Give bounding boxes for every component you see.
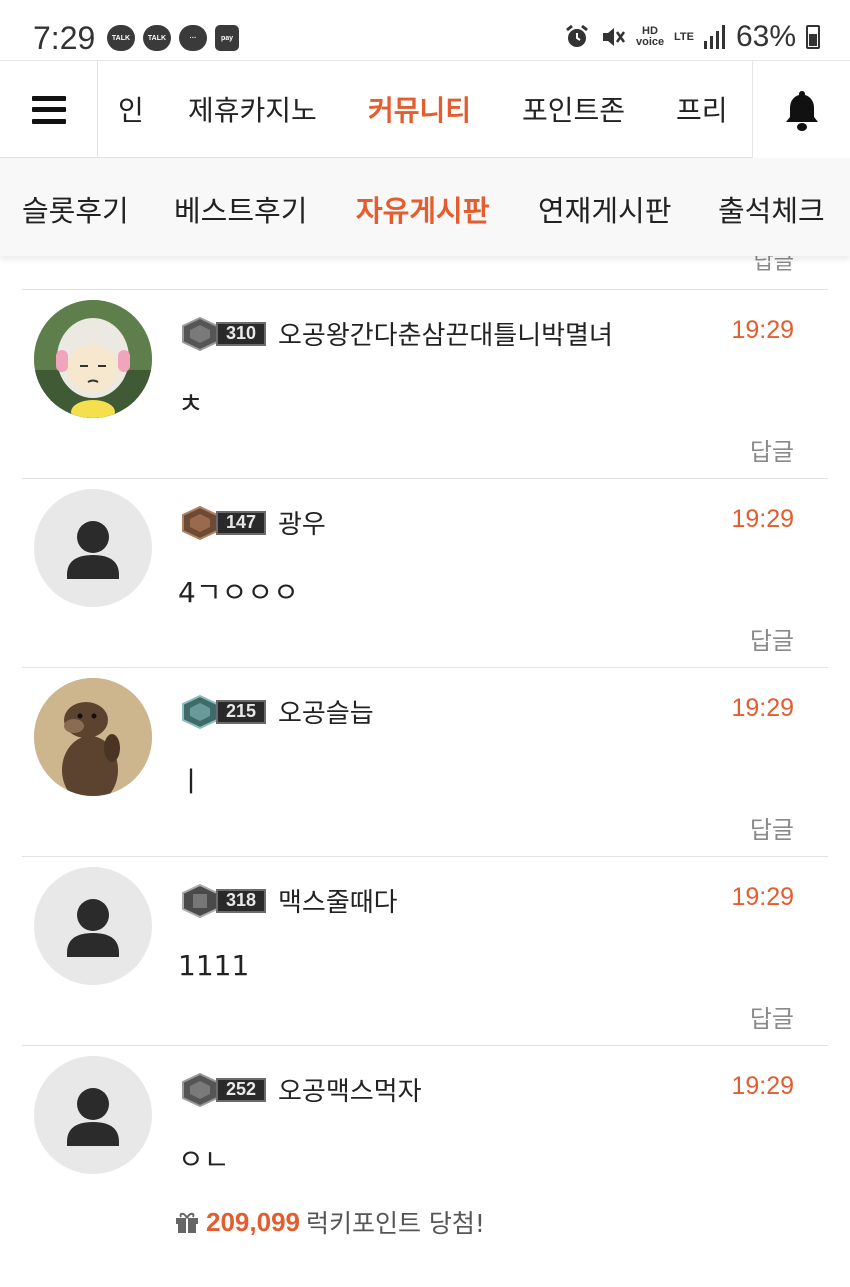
lucky-point-amount: 209,099 xyxy=(206,1206,300,1237)
notification-button[interactable] xyxy=(752,61,850,158)
comment-time: 19:29 xyxy=(731,1072,794,1100)
reply-button[interactable]: 답글 xyxy=(750,621,794,656)
comment-item: 318 맥스줄때다 19:29 1111 답글 xyxy=(22,856,828,1045)
comment-item: 215 오공슬늡 19:29 ㅣ 답글 xyxy=(22,667,828,856)
hamburger-icon xyxy=(31,95,66,124)
otter-avatar-icon xyxy=(34,678,152,796)
comment-meta: 318 맥스줄때다 xyxy=(180,882,398,919)
nav-item-casino[interactable]: 제휴카지노 xyxy=(188,89,317,129)
message-icon: ··· xyxy=(179,25,207,51)
tab-slot-review[interactable]: 슬롯후기 xyxy=(22,188,129,230)
comment-text: ㅣ xyxy=(178,765,204,798)
nickname[interactable]: 오공슬늡 xyxy=(278,693,374,730)
notification-icons: TALK TALK ··· pay xyxy=(107,25,239,51)
comment-meta: 252 오공맥스먹자 xyxy=(180,1071,422,1108)
level-number: 147 xyxy=(216,510,266,535)
level-badge: 318 xyxy=(180,883,268,918)
user-icon xyxy=(67,1088,119,1146)
level-number: 318 xyxy=(216,888,266,913)
lte-icon: LTE xyxy=(673,30,694,43)
comment-meta: 147 광우 xyxy=(180,504,326,541)
avatar[interactable] xyxy=(34,300,152,418)
pay-icon: pay xyxy=(215,25,239,51)
comment-time: 19:29 xyxy=(731,316,794,344)
reply-button[interactable]: 답글 xyxy=(750,432,794,467)
status-right: HD voice LTE 63% xyxy=(564,20,820,54)
tab-serial-board[interactable]: 연재게시판 xyxy=(538,188,671,230)
avatar[interactable] xyxy=(34,1056,152,1174)
sub-nav: 슬롯후기 베스트후기 자유게시판 연재게시판 출석체크 xyxy=(0,158,850,256)
level-badge: 215 xyxy=(180,694,268,729)
tab-best-review[interactable]: 베스트후기 xyxy=(174,188,307,230)
nav-item-free[interactable]: 프리 xyxy=(676,89,728,129)
alarm-icon xyxy=(566,24,588,47)
level-emblem-icon xyxy=(182,316,218,351)
nav-item-partial[interactable]: 인 xyxy=(118,89,144,129)
reply-button[interactable]: 답글 xyxy=(750,999,794,1034)
comment-time: 19:29 xyxy=(731,883,794,911)
gift-icon xyxy=(176,1212,198,1233)
nickname[interactable]: 오공왕간다춘삼끈대틀니박멸녀 xyxy=(278,315,613,352)
lucky-point-notice: 209,099 럭키포인트 당첨! xyxy=(174,1204,485,1240)
hd-voice-icon: HD voice xyxy=(635,25,665,48)
level-badge: 310 xyxy=(180,316,268,351)
tab-free-board[interactable]: 자유게시판 xyxy=(356,188,489,230)
comment-text: 1111 xyxy=(178,949,250,982)
kakaotalk-icon: TALK xyxy=(107,25,135,51)
menu-button[interactable] xyxy=(0,61,98,158)
nickname[interactable]: 맥스줄때다 xyxy=(278,882,398,919)
battery-percent: 63% xyxy=(735,20,796,53)
level-badge: 252 xyxy=(180,1072,268,1107)
level-emblem-icon xyxy=(182,505,218,540)
kakaotalk-icon: TALK xyxy=(143,25,171,51)
level-number: 252 xyxy=(216,1077,266,1102)
comment-item: 310 오공왕간다춘삼끈대틀니박멸녀 19:29 ㅊ 답글 xyxy=(22,289,828,478)
level-emblem-icon xyxy=(182,883,218,918)
top-nav: 인 제휴카지노 커뮤니티 포인트존 프리 xyxy=(0,60,850,158)
battery-icon xyxy=(806,25,820,49)
tab-attendance[interactable]: 출석체크 xyxy=(718,188,825,230)
lucky-point-text: 럭키포인트 당첨! xyxy=(305,1209,485,1238)
nickname[interactable]: 오공맥스먹자 xyxy=(278,1071,422,1108)
user-icon xyxy=(67,521,119,579)
level-number: 215 xyxy=(216,699,266,724)
comment-text: 4ㄱㅇㅇㅇ xyxy=(178,576,299,609)
comment-text: ㅇㄴ xyxy=(178,1143,230,1176)
avatar[interactable] xyxy=(34,867,152,985)
comment-meta: 310 오공왕간다춘삼끈대틀니박멸녀 xyxy=(180,315,613,352)
status-time: 7:29 xyxy=(33,20,96,56)
level-number: 310 xyxy=(216,321,266,346)
avatar[interactable] xyxy=(34,489,152,607)
comment-item: 252 오공맥스먹자 19:29 ㅇㄴ 209,099 럭키포인트 당첨! 답글 xyxy=(22,1045,828,1287)
user-icon xyxy=(67,899,119,957)
comment-meta: 215 오공슬늡 xyxy=(180,693,374,730)
avatar[interactable] xyxy=(34,678,152,796)
comment-time: 19:29 xyxy=(731,694,794,722)
signal-icon xyxy=(703,25,725,49)
level-emblem-icon xyxy=(182,694,218,729)
nav-item-pointzone[interactable]: 포인트존 xyxy=(522,89,625,129)
comment-time: 19:29 xyxy=(731,505,794,533)
comment-list: 310 오공왕간다춘삼끈대틀니박멸녀 19:29 ㅊ 답글 147 광우 19:… xyxy=(22,289,828,1287)
mute-icon xyxy=(602,28,626,46)
level-badge: 147 xyxy=(180,505,268,540)
nav-item-community[interactable]: 커뮤니티 xyxy=(368,89,471,129)
comment-item: 147 광우 19:29 4ㄱㅇㅇㅇ 답글 xyxy=(22,478,828,667)
anime-avatar-icon xyxy=(34,300,152,418)
reply-button[interactable]: 답글 xyxy=(750,810,794,845)
comment-text: ㅊ xyxy=(178,387,204,420)
nickname[interactable]: 광우 xyxy=(278,504,326,541)
bell-icon xyxy=(785,90,818,131)
level-emblem-icon xyxy=(182,1072,218,1107)
